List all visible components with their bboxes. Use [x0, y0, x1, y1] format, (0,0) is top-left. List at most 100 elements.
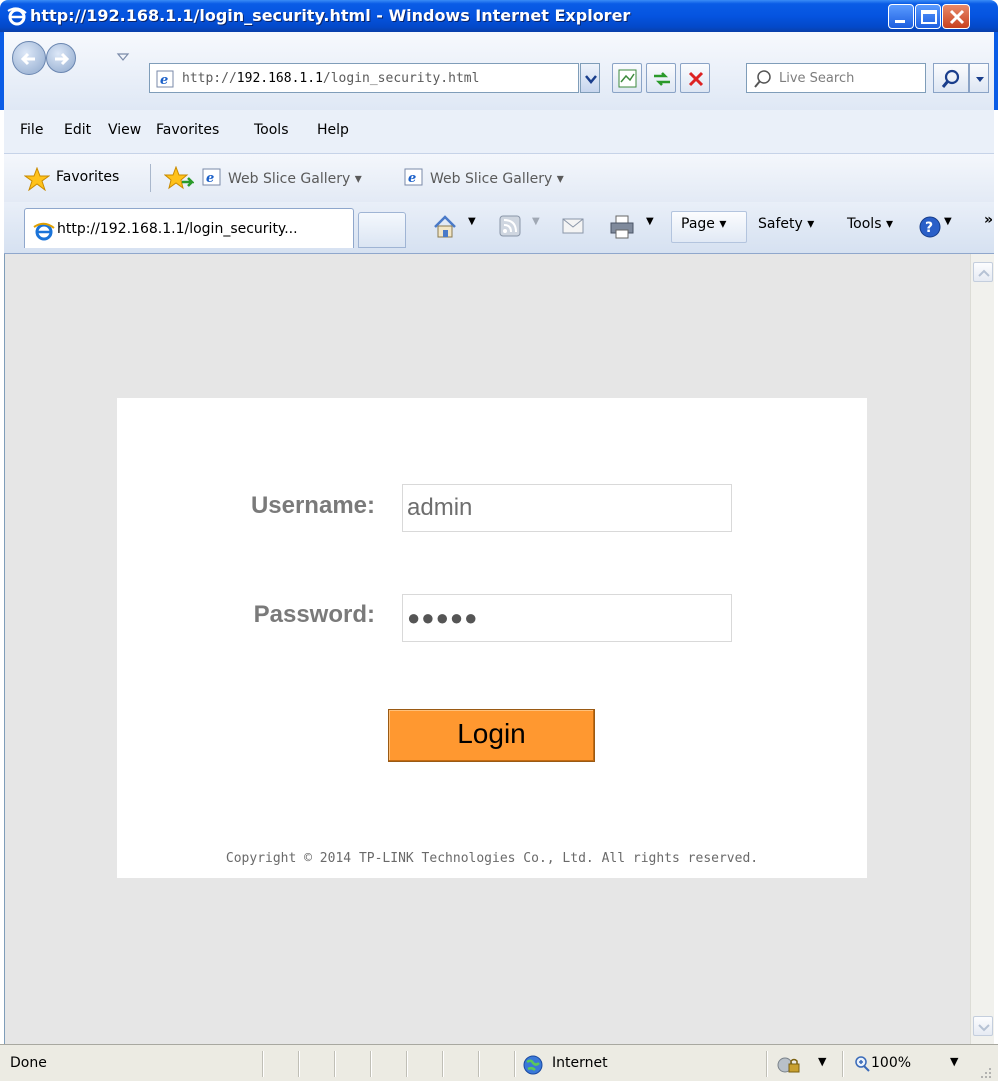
status-divider	[262, 1051, 263, 1077]
username-input[interactable]: admin	[402, 484, 732, 532]
menu-help[interactable]: Help	[317, 122, 349, 138]
refresh-icon	[654, 72, 670, 86]
copyright-text: Copyright © 2014 TP-LINK Technologies Co…	[225, 851, 759, 866]
tab-bar: http://192.168.1.1/login_security... ▼ ▼…	[4, 202, 994, 254]
toolbar-divider	[150, 164, 151, 192]
status-divider	[842, 1051, 843, 1077]
web-slice-gallery-link[interactable]: e Web Slice Gallery ▾	[202, 168, 362, 187]
favorites-star-icon[interactable]	[24, 167, 50, 191]
chevron-up-icon	[978, 269, 990, 277]
more-commands-chevron-icon[interactable]: »	[984, 212, 993, 228]
status-divider	[370, 1051, 371, 1077]
back-button[interactable]	[12, 41, 46, 75]
status-divider	[478, 1051, 479, 1077]
menu-tools[interactable]: Tools	[254, 122, 289, 138]
forward-button[interactable]	[46, 43, 76, 73]
password-input[interactable]: ●●●●●	[402, 594, 732, 642]
search-go-icon	[941, 69, 960, 88]
recent-pages-dropdown-icon[interactable]	[116, 50, 130, 64]
favorites-bar: Favorites e Web Slice Gallery ▾ e Web Slic…	[4, 154, 994, 202]
help-dropdown-icon[interactable]: ▼	[944, 216, 952, 227]
login-button[interactable]: Login	[388, 709, 595, 762]
help-icon[interactable]: ?	[918, 215, 942, 239]
security-zone-text: Internet	[552, 1055, 608, 1071]
print-icon[interactable]	[608, 214, 636, 240]
vertical-scrollbar[interactable]	[970, 254, 994, 1044]
close-window-button[interactable]	[942, 4, 970, 29]
tab-login-security[interactable]: http://192.168.1.1/login_security...	[24, 208, 354, 248]
minimize-button[interactable]	[888, 4, 914, 29]
compatibility-view-icon	[618, 69, 637, 88]
status-bar: Done Internet ▼ 100% ▼	[0, 1044, 998, 1081]
safety-menu-button[interactable]: Safety ▾	[758, 216, 814, 232]
search-icon	[754, 70, 771, 88]
svg-text:?: ?	[925, 220, 933, 236]
protected-mode-dropdown-icon[interactable]: ▼	[818, 1055, 826, 1068]
add-to-favorites-icon[interactable]	[164, 166, 194, 190]
address-dropdown-button[interactable]	[580, 63, 600, 93]
search-options-dropdown[interactable]	[969, 63, 989, 93]
stop-icon	[688, 71, 704, 87]
resize-grip-icon[interactable]	[978, 1065, 992, 1079]
menu-edit[interactable]: Edit	[64, 122, 91, 138]
menu-bar: File Edit View Favorites Tools Help	[4, 110, 994, 154]
maximize-icon	[921, 10, 937, 24]
zoom-dropdown-icon[interactable]: ▼	[950, 1055, 958, 1068]
tab-title: http://192.168.1.1/login_security...	[57, 221, 298, 237]
print-dropdown-icon[interactable]: ▼	[646, 216, 654, 227]
internet-globe-icon[interactable]	[522, 1054, 544, 1076]
refresh-button[interactable]	[646, 63, 676, 93]
status-divider	[406, 1051, 407, 1077]
ie-logo-icon	[7, 7, 27, 26]
feeds-icon[interactable]	[498, 214, 522, 238]
page-icon: e	[156, 70, 174, 88]
status-divider	[442, 1051, 443, 1077]
zoom-icon[interactable]	[854, 1054, 872, 1074]
ie-page-icon: e	[202, 168, 221, 186]
url-text: http://192.168.1.1/login_security.html	[182, 71, 480, 86]
menu-view[interactable]: View	[108, 122, 141, 138]
home-icon[interactable]	[432, 214, 458, 240]
address-bar[interactable]: e http://192.168.1.1/login_security.html	[149, 63, 579, 93]
window-title: http://192.168.1.1/login_security.html -…	[30, 6, 631, 25]
status-text: Done	[10, 1055, 47, 1071]
search-input[interactable]: Live Search	[746, 63, 926, 93]
ie-page-icon: e	[404, 168, 423, 186]
home-dropdown-icon[interactable]: ▼	[468, 216, 476, 227]
status-divider	[514, 1051, 515, 1077]
back-arrow-icon	[20, 52, 35, 66]
stop-button[interactable]	[680, 63, 710, 93]
read-mail-icon[interactable]	[560, 214, 586, 238]
password-label: Password:	[253, 601, 375, 628]
status-divider	[334, 1051, 335, 1077]
maximize-button[interactable]	[915, 4, 941, 29]
ie-page-icon	[33, 222, 55, 241]
svg-text:e: e	[408, 171, 416, 186]
compatibility-view-button[interactable]	[612, 63, 642, 93]
chevron-down-icon	[978, 1024, 990, 1032]
menu-favorites[interactable]: Favorites	[156, 122, 219, 138]
close-icon	[949, 9, 965, 25]
chevron-down-icon	[585, 75, 597, 84]
search-placeholder: Live Search	[779, 71, 855, 86]
chevron-down-icon	[976, 77, 984, 82]
status-divider	[298, 1051, 299, 1077]
web-slice-gallery-link-2[interactable]: e Web Slice Gallery ▾	[404, 168, 564, 187]
protected-mode-icon[interactable]	[776, 1055, 802, 1075]
svg-text:e: e	[160, 73, 168, 88]
scroll-down-button[interactable]	[973, 1016, 993, 1036]
tools-menu-button[interactable]: Tools ▾	[847, 216, 893, 232]
scroll-up-button[interactable]	[973, 262, 993, 282]
window-titlebar[interactable]: http://192.168.1.1/login_security.html -…	[0, 0, 998, 32]
minimize-icon	[895, 20, 905, 23]
feeds-dropdown-icon[interactable]: ▼	[532, 216, 540, 227]
forward-arrow-icon	[55, 52, 70, 66]
menu-file[interactable]: File	[20, 122, 43, 138]
search-go-button[interactable]	[933, 63, 969, 93]
page-menu-label: Page ▾	[681, 216, 727, 232]
zoom-level[interactable]: 100%	[871, 1055, 911, 1071]
favorites-button-label[interactable]: Favorites	[56, 169, 119, 185]
status-divider	[766, 1051, 767, 1077]
new-tab-button[interactable]	[358, 212, 406, 248]
username-label: Username:	[250, 492, 375, 519]
